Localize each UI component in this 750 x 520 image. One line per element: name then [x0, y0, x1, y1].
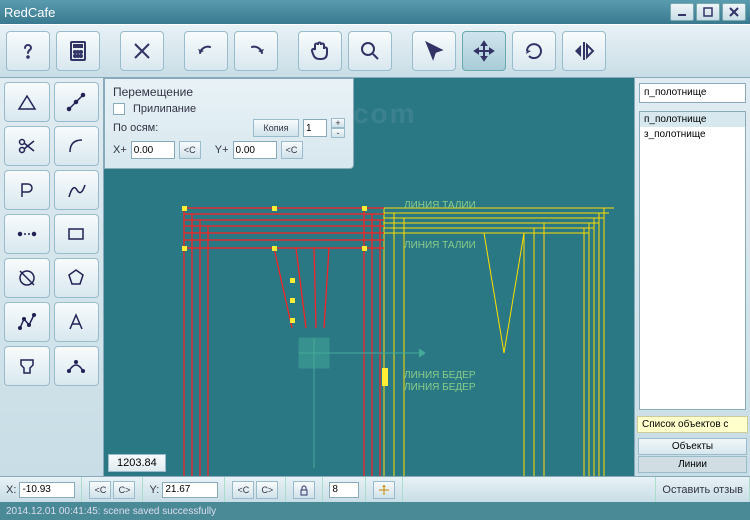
list-item[interactable]: п_полотнище	[640, 112, 745, 127]
y-label: Y:	[149, 484, 159, 496]
svg-text:ЛИНИЯ ТАЛИИ: ЛИНИЯ ТАЛИИ	[404, 240, 476, 251]
minimize-button[interactable]	[670, 3, 694, 21]
coord-readout: 1203.84	[108, 454, 166, 472]
delete-button[interactable]	[120, 31, 164, 71]
axis-toggle-icon[interactable]	[373, 481, 395, 499]
rotate-button[interactable]	[512, 31, 556, 71]
status-message: 2014.12.01 00:41:45: scene saved success…	[6, 506, 216, 517]
feedback-link[interactable]: Оставить отзыв	[662, 484, 743, 496]
status-bar: X: <CC> Y: <CC> Оставить отзыв	[0, 476, 750, 502]
svg-text:ЛИНИЯ БЕДЕР: ЛИНИЯ БЕДЕР	[404, 382, 476, 393]
x-clear-button[interactable]: <C	[179, 141, 201, 159]
x-axis-label: X+	[113, 144, 127, 156]
y-prev-button[interactable]: <C	[232, 481, 254, 499]
snap-label: Прилипание	[133, 103, 196, 115]
snap-checkbox[interactable]	[113, 103, 125, 115]
object-filter-input[interactable]	[639, 83, 746, 103]
tool-palette	[0, 78, 104, 476]
tab-objects[interactable]: Объекты	[638, 438, 747, 455]
objects-panel: п_полотнище з_полотнище Список объектов …	[634, 78, 750, 476]
move-panel: Перемещение Прилипание По осям: Копия + …	[104, 78, 354, 169]
list-item[interactable]: з_полотнище	[640, 127, 745, 142]
axes-label: По осям:	[113, 122, 249, 134]
curve-tool-icon[interactable]	[54, 170, 100, 210]
mirror-button[interactable]	[562, 31, 606, 71]
x-label: X:	[6, 484, 16, 496]
copy-button[interactable]: Копия	[253, 119, 299, 137]
circle-tool-icon[interactable]	[4, 258, 50, 298]
triangle-tool-icon[interactable]	[4, 82, 50, 122]
main-toolbar	[0, 24, 750, 78]
select-button[interactable]	[412, 31, 456, 71]
undo-button[interactable]	[184, 31, 228, 71]
lock-icon[interactable]	[293, 481, 315, 499]
y-axis-input[interactable]	[233, 141, 277, 159]
maximize-button[interactable]	[696, 3, 720, 21]
y-next-button[interactable]: C>	[256, 481, 278, 499]
svg-text:ЛИНИЯ ТАЛИИ: ЛИНИЯ ТАЛИИ	[404, 200, 476, 211]
x-axis-input[interactable]	[131, 141, 175, 159]
spline-tool-icon[interactable]	[54, 346, 100, 386]
app-title: RedCafe	[4, 5, 55, 20]
y-clear-button[interactable]: <C	[281, 141, 303, 159]
pattern-tool-icon[interactable]	[4, 346, 50, 386]
y-axis-label: Y+	[215, 144, 229, 156]
copy-minus-button[interactable]: -	[331, 128, 345, 138]
p-tool-icon[interactable]	[4, 170, 50, 210]
polygon-tool-icon[interactable]	[54, 258, 100, 298]
tooltip: Список объектов с	[637, 416, 748, 433]
text-tool-icon[interactable]	[54, 302, 100, 342]
arc-tool-icon[interactable]	[54, 126, 100, 166]
polyline-tool-icon[interactable]	[4, 302, 50, 342]
scissors-tool-icon[interactable]	[4, 126, 50, 166]
move-button[interactable]	[462, 31, 506, 71]
move-panel-title: Перемещение	[113, 85, 345, 99]
title-bar: RedCafe	[0, 0, 750, 24]
pan-button[interactable]	[298, 31, 342, 71]
rectangle-tool-icon[interactable]	[54, 214, 100, 254]
zoom-input[interactable]	[329, 482, 359, 498]
copy-count-input[interactable]	[303, 119, 327, 137]
line-tool-icon[interactable]	[54, 82, 100, 122]
tab-lines[interactable]: Линии	[638, 456, 747, 473]
close-button[interactable]	[722, 3, 746, 21]
canvas[interactable]: RedCafeStore.com	[104, 78, 634, 476]
object-list[interactable]: п_полотнище з_полотнище	[639, 111, 746, 411]
help-button[interactable]	[6, 31, 50, 71]
copy-plus-button[interactable]: +	[331, 118, 345, 128]
x-coord-input[interactable]	[19, 482, 75, 498]
svg-text:ЛИНИЯ БЕДЕР: ЛИНИЯ БЕДЕР	[404, 370, 476, 381]
redo-button[interactable]	[234, 31, 278, 71]
zoom-button[interactable]	[348, 31, 392, 71]
calculator-button[interactable]	[56, 31, 100, 71]
x-prev-button[interactable]: <C	[89, 481, 111, 499]
y-coord-input[interactable]	[162, 482, 218, 498]
message-bar: 2014.12.01 00:41:45: scene saved success…	[0, 502, 750, 520]
x-next-button[interactable]: C>	[113, 481, 135, 499]
dotted-line-tool-icon[interactable]	[4, 214, 50, 254]
